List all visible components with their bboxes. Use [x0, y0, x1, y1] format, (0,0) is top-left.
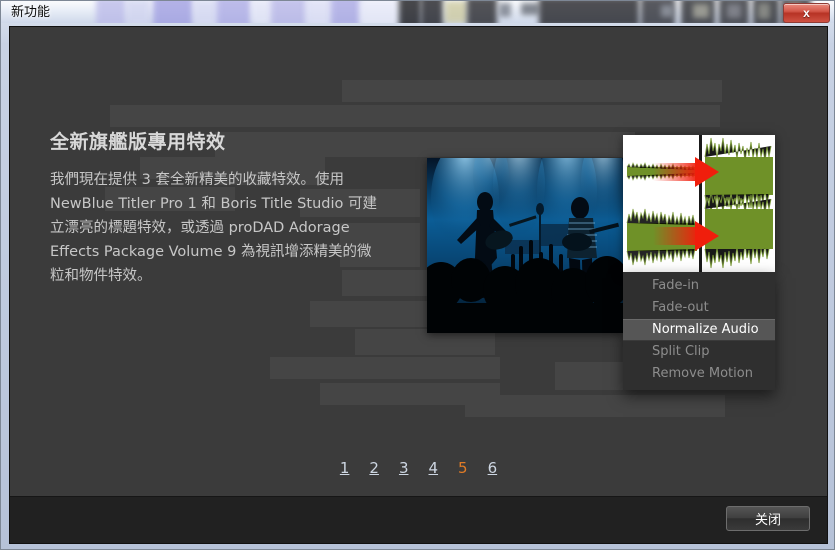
close-glyph: x — [803, 6, 810, 20]
page-body-text: 我們現在提供 3 套全新精美的收藏特效。使用 NewBlue Titler Pr… — [50, 172, 377, 284]
dialog-client-area: 全新旗艦版專用特效 我們現在提供 3 套全新精美的收藏特效。使用 NewBlue… — [9, 26, 828, 544]
title-bar: 新功能 x — [1, 1, 834, 23]
window-title: 新功能 — [11, 5, 51, 20]
pagination: 1 2 3 4 5 6 — [10, 459, 827, 478]
feature-copy: 全新旗艦版專用特效 我們現在提供 3 套全新精美的收藏特效。使用 NewBlue… — [50, 127, 380, 288]
concert-photo — [427, 158, 623, 333]
pager-page-5-current[interactable]: 5 — [458, 459, 468, 477]
audio-waveform-panel — [623, 135, 775, 272]
pager-page-4[interactable]: 4 — [429, 459, 439, 477]
titlebar-close-icon[interactable]: x — [783, 3, 830, 23]
new-features-window: 新功能 x 全新旗艦版專用特效 我們現在提供 3 套全新精美的收藏特效。使用 N… — [0, 0, 835, 550]
page-title: 全新旗艦版專用特效 — [50, 131, 226, 153]
dialog-footer: 关闭 — [10, 496, 827, 543]
menu-item-remove-motion[interactable]: Remove Motion — [623, 363, 775, 385]
close-button[interactable]: 关闭 — [726, 506, 810, 531]
menu-item-normalize-audio[interactable]: Normalize Audio — [623, 319, 775, 341]
pager-page-1[interactable]: 1 — [340, 459, 350, 477]
pager-page-6[interactable]: 6 — [488, 459, 498, 477]
menu-item-fade-in[interactable]: Fade-in — [623, 275, 775, 297]
pager-page-2[interactable]: 2 — [369, 459, 379, 477]
pager-page-3[interactable]: 3 — [399, 459, 409, 477]
titlebar-blurred-backdrop — [1, 1, 834, 23]
context-menu[interactable]: Fade-in Fade-out Normalize Audio Split C… — [623, 272, 775, 390]
menu-item-fade-out[interactable]: Fade-out — [623, 297, 775, 319]
menu-item-split-clip[interactable]: Split Clip — [623, 341, 775, 363]
